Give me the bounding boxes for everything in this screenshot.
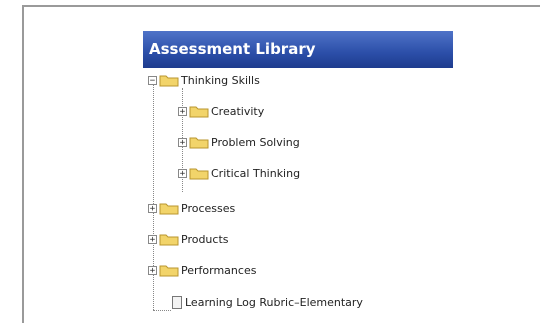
expand-icon[interactable]: +: [148, 203, 157, 213]
tree-node-label: Learning Log Rubric–Elementary: [185, 295, 363, 309]
tree-node-critical-thinking[interactable]: + Critical Thinking: [178, 163, 300, 183]
tree-node-label: Products: [181, 232, 229, 246]
tree-node-products[interactable]: + Products: [148, 229, 229, 249]
expand-icon[interactable]: +: [178, 168, 187, 178]
tree-node-label: Problem Solving: [211, 135, 300, 149]
assessment-library-panel: Assessment Library − Thinking Skills + C…: [143, 31, 455, 321]
expand-icon[interactable]: +: [178, 106, 187, 116]
folder-icon: [159, 265, 179, 277]
folder-icon: [159, 75, 179, 87]
tree-node-creativity[interactable]: + Creativity: [178, 101, 264, 121]
folder-icon: [189, 106, 209, 118]
tree-node-learning-log-rubric[interactable]: Learning Log Rubric–Elementary: [172, 292, 363, 312]
panel-title: Assessment Library: [143, 31, 453, 68]
tree-node-processes[interactable]: + Processes: [148, 198, 235, 218]
expand-icon[interactable]: +: [178, 137, 187, 147]
tree-node-label: Thinking Skills: [181, 73, 260, 87]
folder-icon: [189, 137, 209, 149]
library-tree: − Thinking Skills + Creativity + Problem…: [143, 68, 453, 321]
folder-icon: [159, 234, 179, 246]
tree-connector: [153, 310, 171, 311]
folder-icon: [189, 168, 209, 180]
tree-node-label: Processes: [181, 201, 236, 215]
tree-node-label: Performances: [181, 263, 257, 277]
expand-icon[interactable]: +: [148, 265, 157, 275]
tree-node-performances[interactable]: + Performances: [148, 260, 256, 280]
folder-icon: [159, 203, 179, 215]
tree-node-label: Critical Thinking: [211, 166, 301, 180]
tree-node-label: Creativity: [211, 104, 265, 118]
collapse-icon[interactable]: −: [148, 75, 157, 85]
expand-icon[interactable]: +: [148, 234, 157, 244]
tree-node-problem-solving[interactable]: + Problem Solving: [178, 132, 300, 152]
tree-node-thinking-skills[interactable]: − Thinking Skills: [148, 70, 260, 90]
document-icon: [172, 295, 182, 309]
